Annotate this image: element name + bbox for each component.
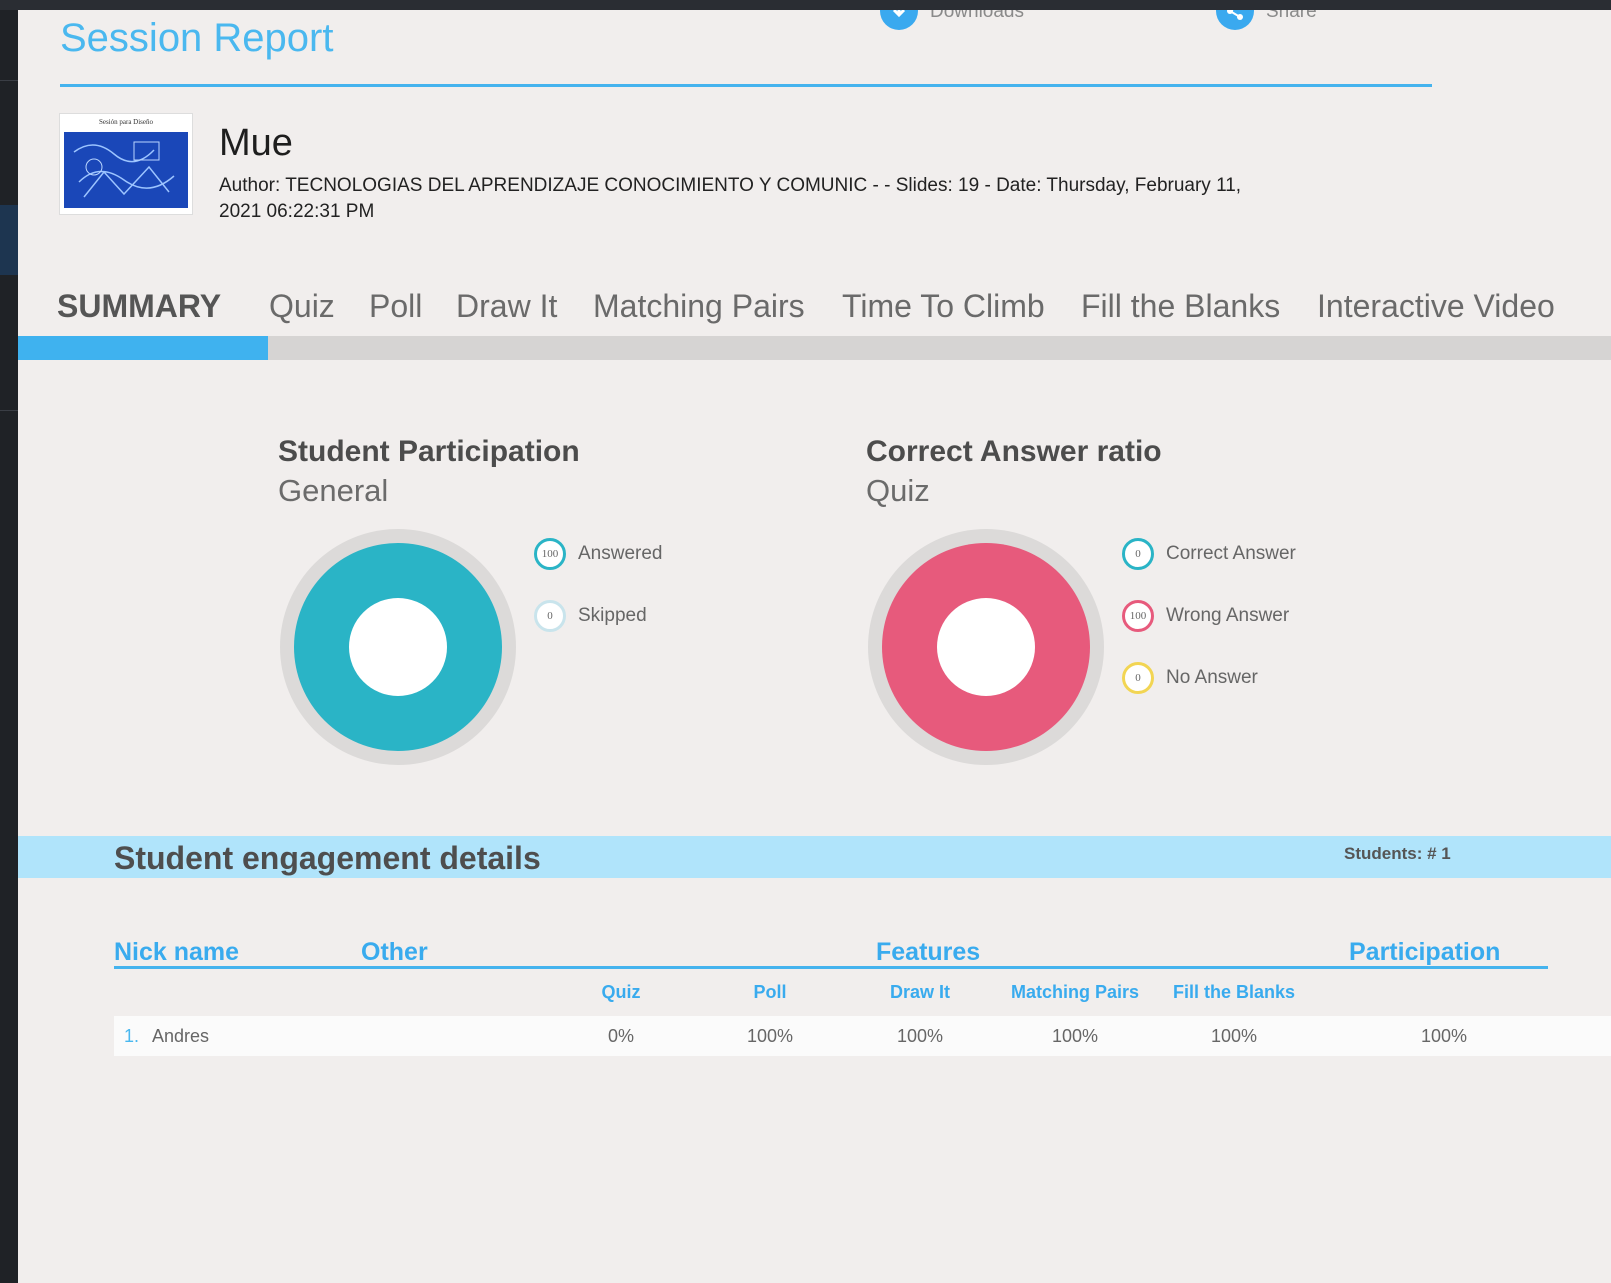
legend-skipped-label: Skipped: [578, 605, 647, 626]
column-other[interactable]: Other: [361, 938, 428, 967]
participation-chart-subtitle: General: [278, 473, 389, 508]
table-row[interactable]: 1. Andres 0% 100% 100% 100% 100% 100%: [114, 1016, 1611, 1056]
sidebar-active-item[interactable]: [0, 205, 18, 275]
thumbnail-caption: Sesión para Diseño: [98, 118, 154, 126]
legend-wrong-answer: 100 Wrong Answer: [1122, 600, 1289, 632]
tab-summary[interactable]: SUMMARY: [57, 288, 221, 325]
left-sidebar-edge: [0, 10, 18, 1283]
legend-skipped-badge: 0: [534, 600, 566, 632]
row-nickname: Andres: [152, 1026, 210, 1046]
legend-wrong-badge: 100: [1122, 600, 1154, 632]
presentation-thumbnail[interactable]: Sesión para Diseño: [60, 114, 192, 214]
page-title: Session Report: [60, 16, 334, 60]
meta-line-2: 2021 06:22:31 PM: [219, 201, 375, 222]
column-features[interactable]: Features: [876, 938, 980, 967]
share-icon: [1216, 10, 1254, 30]
tab-matching-pairs[interactable]: Matching Pairs: [593, 288, 805, 325]
legend-answered-label: Answered: [578, 543, 663, 564]
donut-hole: [349, 598, 447, 696]
subcolumn-matching-pairs[interactable]: Matching Pairs: [995, 982, 1155, 1003]
donut-hole: [937, 598, 1035, 696]
presentation-title: Mue: [219, 122, 293, 164]
subcolumn-draw-it[interactable]: Draw It: [840, 982, 1000, 1003]
meta-line-1: Author: TECNOLOGIAS DEL APRENDIZAJE CONO…: [219, 175, 1242, 196]
engagement-title: Student engagement details: [114, 840, 541, 876]
sidebar-divider: [0, 80, 18, 81]
tab-time-to-climb[interactable]: Time To Climb: [842, 288, 1045, 325]
engagement-header-band: Student engagement details Students: # 1: [18, 836, 1611, 878]
row-participation-value: 100%: [1420, 1026, 1468, 1046]
participation-chart-title: Student Participation: [278, 435, 580, 468]
legend-no-answer-badge: 0: [1122, 662, 1154, 694]
report-panel: Session Report Downloads Share Sesión pa…: [18, 10, 1611, 1283]
row-draw-it-value: 100%: [896, 1026, 944, 1046]
downloads-button[interactable]: Downloads: [880, 10, 1024, 30]
table-header-rule: [114, 966, 1548, 969]
legend-correct-badge: 0: [1122, 538, 1154, 570]
thumbnail-artwork: [64, 132, 188, 208]
legend-no-answer: 0 No Answer: [1122, 662, 1258, 694]
correct-ratio-donut-chart: [868, 529, 1104, 765]
column-nickname[interactable]: Nick name: [114, 938, 239, 967]
title-divider: [60, 84, 1432, 87]
window-top-bar: [0, 0, 1611, 10]
legend-answered-badge: 100: [534, 538, 566, 570]
sidebar-divider: [0, 410, 18, 411]
downloads-label: Downloads: [930, 10, 1024, 22]
share-label: Share: [1266, 10, 1317, 22]
tab-poll[interactable]: Poll: [369, 288, 422, 325]
share-button[interactable]: Share: [1216, 10, 1317, 30]
tab-track: [18, 336, 1611, 360]
legend-wrong-label: Wrong Answer: [1166, 605, 1290, 626]
participation-donut-chart: [280, 529, 516, 765]
row-number: 1.: [124, 1026, 140, 1046]
row-fill-the-blanks-value: 100%: [1210, 1026, 1258, 1046]
subcolumn-quiz[interactable]: Quiz: [541, 982, 701, 1003]
active-tab-indicator: [18, 336, 268, 360]
row-poll-value: 100%: [746, 1026, 794, 1046]
subcolumn-poll[interactable]: Poll: [690, 982, 850, 1003]
tab-interactive-video[interactable]: Interactive Video: [1317, 288, 1555, 325]
correct-ratio-chart-title: Correct Answer ratio: [866, 435, 1162, 468]
tab-quiz[interactable]: Quiz: [269, 288, 335, 325]
students-count: Students: # 1: [1344, 844, 1451, 863]
presentation-meta: Author: TECNOLOGIAS DEL APRENDIZAJE CONO…: [219, 173, 1419, 225]
subcolumn-fill-the-blanks[interactable]: Fill the Blanks: [1154, 982, 1314, 1003]
tab-draw-it[interactable]: Draw It: [456, 288, 557, 325]
row-quiz-value: 0%: [607, 1026, 634, 1046]
report-tabs: SUMMARY Quiz Poll Draw It Matching Pairs…: [18, 288, 1611, 328]
legend-answered: 100 Answered: [534, 538, 663, 570]
column-participation[interactable]: Participation: [1349, 938, 1500, 967]
legend-skipped: 0 Skipped: [534, 600, 647, 632]
legend-correct-answer: 0 Correct Answer: [1122, 538, 1296, 570]
download-icon: [880, 10, 918, 30]
correct-ratio-chart-subtitle: Quiz: [866, 473, 930, 508]
row-matching-pairs-value: 100%: [1051, 1026, 1099, 1046]
legend-correct-label: Correct Answer: [1166, 543, 1296, 564]
tab-fill-the-blanks[interactable]: Fill the Blanks: [1081, 288, 1280, 325]
legend-no-answer-label: No Answer: [1166, 667, 1258, 688]
